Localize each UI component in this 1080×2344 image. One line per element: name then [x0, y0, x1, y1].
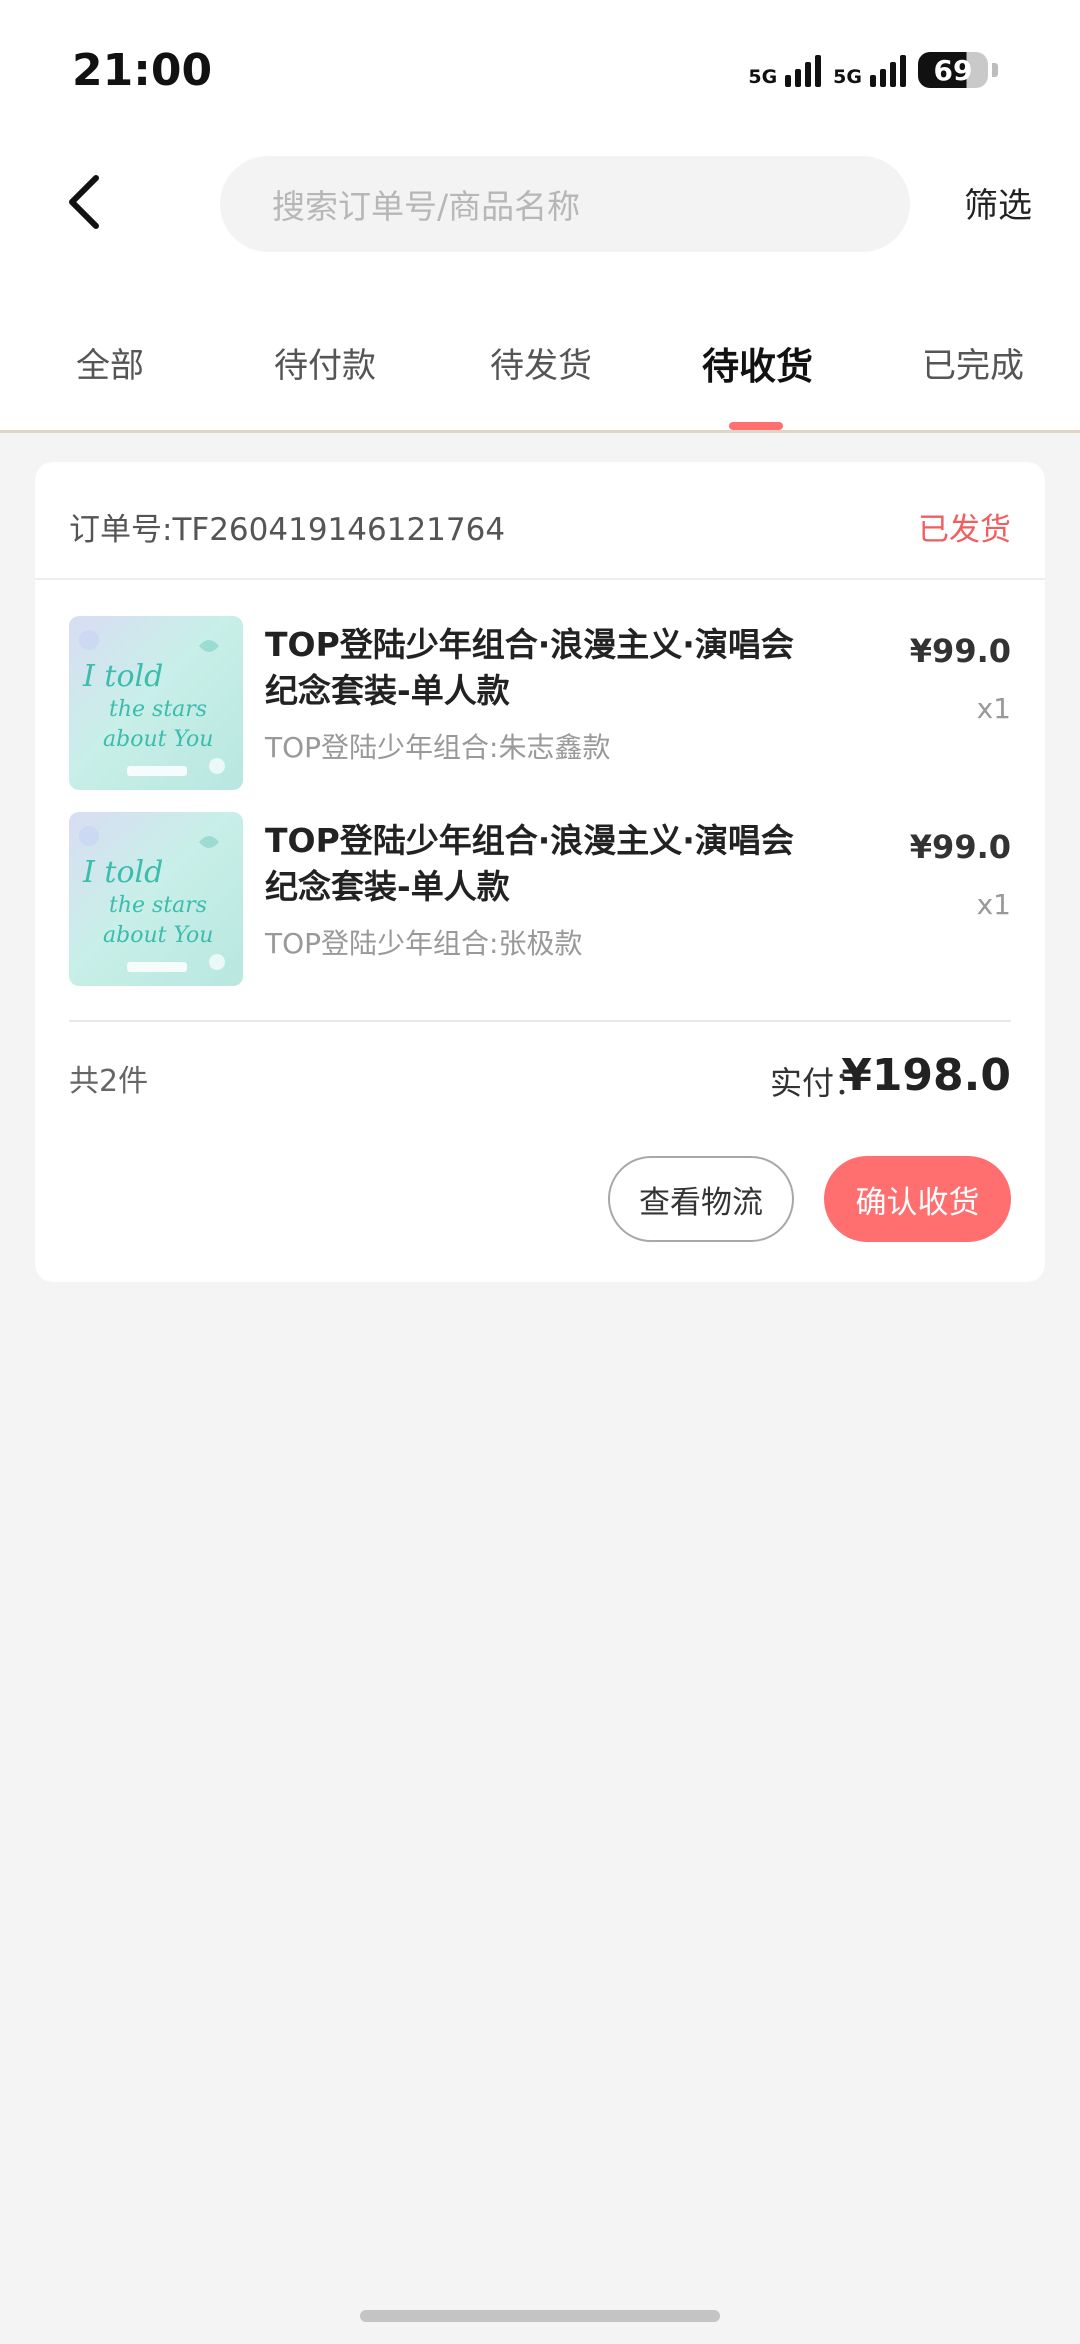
network-label: 5G — [748, 66, 778, 88]
product-price: ¥99.0 — [909, 632, 1011, 670]
thumb-text: I told — [82, 855, 163, 890]
top-bar: 21:00 5G 5G 69 搜索订单号/商品名称 筛选 全部 待付款 待发货 … — [0, 0, 1080, 433]
thumb-text: about You — [103, 727, 213, 752]
order-tabs: 全部 待付款 待发货 待收货 已完成 — [0, 330, 1080, 430]
product-image: I told the stars about You — [69, 812, 243, 986]
view-logistics-button[interactable]: 查看物流 — [608, 1156, 794, 1242]
product-quantity: x1 — [976, 888, 1011, 921]
product-price: ¥99.0 — [909, 828, 1011, 866]
product-image: I told the stars about You — [69, 616, 243, 790]
paid-amount: ¥198.0 — [841, 1050, 1011, 1101]
network-label: 5G — [833, 66, 862, 88]
thumb-text: the stars — [109, 893, 207, 918]
status-icons: 5G 5G 69 — [748, 52, 998, 88]
search-placeholder: 搜索订单号/商品名称 — [272, 187, 581, 226]
tab-completed[interactable]: 已完成 — [922, 338, 1024, 387]
tab-all[interactable]: 全部 — [76, 338, 144, 387]
item-count: 共2件 — [69, 1064, 149, 1099]
order-status: 已发货 — [918, 512, 1011, 548]
divider — [69, 1020, 1011, 1022]
thumb-text: the stars — [109, 697, 207, 722]
search-input[interactable]: 搜索订单号/商品名称 — [220, 156, 910, 252]
battery-level: 69 — [918, 52, 988, 88]
order-number: 订单号:TF260419146121764 — [69, 512, 506, 548]
tab-pending-receipt[interactable]: 待收货 — [702, 336, 813, 390]
product-title: TOP登陆少年组合·浪漫主义·演唱会纪念套装-单人款 — [265, 821, 794, 906]
order-item[interactable]: I told the stars about You TOP登陆少年组合·浪漫主… — [69, 812, 1011, 986]
divider — [35, 578, 1045, 580]
product-variant: TOP登陆少年组合:张极款 — [265, 927, 583, 960]
order-item[interactable]: I told the stars about You TOP登陆少年组合·浪漫主… — [69, 616, 1011, 790]
signal-icon: 5G — [748, 53, 822, 88]
thumb-text: about You — [103, 923, 213, 948]
status-time: 21:00 — [72, 45, 213, 96]
filter-button[interactable]: 筛选 — [964, 178, 1032, 227]
tab-pending-shipment[interactable]: 待发货 — [490, 338, 592, 387]
home-indicator[interactable] — [360, 2310, 720, 2322]
confirm-receipt-button[interactable]: 确认收货 — [824, 1156, 1011, 1242]
product-quantity: x1 — [976, 692, 1011, 725]
order-card[interactable]: 订单号:TF260419146121764 已发货 I told the sta… — [35, 462, 1045, 1282]
chevron-left-icon[interactable] — [58, 172, 118, 232]
tab-pending-payment[interactable]: 待付款 — [274, 338, 376, 387]
product-title: TOP登陆少年组合·浪漫主义·演唱会纪念套装-单人款 — [265, 625, 794, 710]
product-variant: TOP登陆少年组合:朱志鑫款 — [265, 731, 611, 764]
active-tab-indicator — [729, 422, 783, 430]
battery-icon: 69 — [918, 52, 998, 88]
thumb-text: I told — [82, 659, 163, 694]
signal-icon: 5G — [833, 53, 906, 87]
